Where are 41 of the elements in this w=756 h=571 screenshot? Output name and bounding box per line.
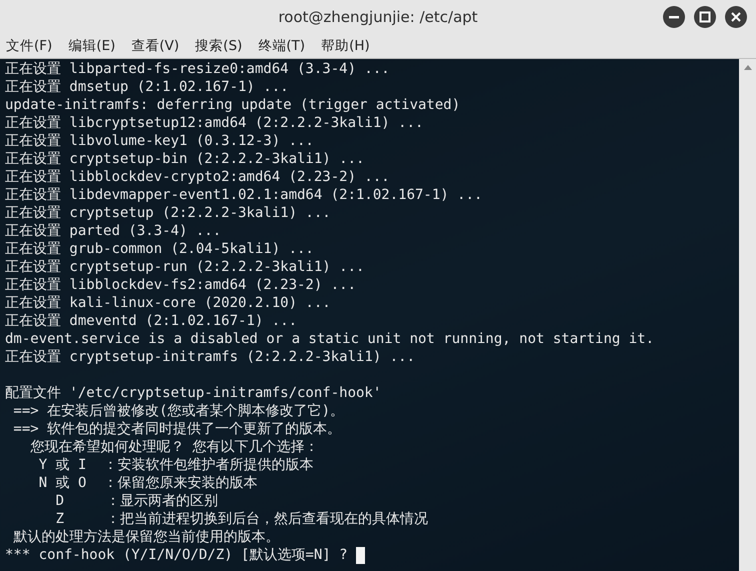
terminal-line: 默认的处理方法是保留您当前使用的版本。	[12, 528, 280, 546]
terminal-line: 正在设置 libblockdev-crypto2:amd64 (2.23-2) ...	[5, 168, 391, 186]
menu-item[interactable]: 搜索(S)	[195, 37, 242, 55]
maximize-button[interactable]	[694, 6, 716, 28]
terminal-area[interactable]	[0, 59, 756, 571]
terminal-line: 正在设置 dmeventd (2:1.02.167-1) ...	[5, 312, 298, 330]
terminal-line: Y 或 I ：安装软件包维护者所提供的版本	[38, 456, 314, 474]
terminal-line: dm-event.service is a disabled or a static unit not running, not starting it.	[5, 330, 656, 348]
minimize-button[interactable]	[663, 6, 685, 28]
prompt-line: *** conf-hook (Y/I/N/O/D/Z) [默认选项=N] ?	[5, 546, 349, 564]
scrollbar[interactable]	[739, 59, 756, 571]
text-cursor	[356, 546, 366, 564]
menu-item[interactable]: 终端(T)	[258, 37, 306, 55]
terminal-line: 配置文件 '/etc/cryptsetup-initramfs/conf-hook'	[5, 384, 382, 402]
terminal-line: Z ：把当前进程切换到后台，然后查看现在的具体情况	[54, 510, 430, 528]
terminal-line: 正在设置 dmsetup (2:1.02.167-1) ...	[5, 78, 290, 96]
terminal-line: N 或 O ：保留您原来安装的版本	[38, 474, 258, 492]
terminal-line: 正在设置 cryptsetup-run (2:2.2.2-3kali1) ...	[5, 258, 366, 276]
terminal-line: 正在设置 kali-linux-core (2020.2.10) ...	[5, 294, 332, 312]
terminal-line: ==> 软件包的提交者同时提供了一个更新了的版本。	[12, 420, 342, 438]
menu-item[interactable]: 帮助(H)	[321, 37, 370, 55]
terminal-line: 正在设置 parted (3.3-4) ...	[5, 222, 222, 240]
menu-item[interactable]: 编辑(E)	[68, 37, 116, 55]
terminal-line: ==> 在安装后曾被修改(您或者某个脚本修改了它)。	[12, 402, 346, 420]
terminal-line: 正在设置 libvolume-key1 (0.3.12-3) ...	[5, 132, 315, 150]
terminal-line: 正在设置 cryptsetup-bin (2:2.2.2-3kali1) ...	[5, 150, 366, 168]
menu-item[interactable]: 查看(V)	[131, 37, 180, 55]
terminal-line: D ：显示两者的区别	[54, 492, 220, 510]
close-button[interactable]	[725, 6, 747, 28]
menu-item[interactable]: 文件(F)	[6, 37, 52, 55]
terminal-line: 正在设置 libcryptsetup12:amd64 (2:2.2.2-3kali1) ...	[5, 114, 424, 132]
terminal-line: 正在设置 libdevmapper-event1.02.1:amd64 (2:1.02.167-1) ...	[5, 186, 484, 204]
terminal-line: 您现在希望如何处理呢？ 您有以下几个选择：	[29, 438, 320, 456]
terminal-line: 正在设置 libparted-fs-resize0:amd64 (3.3-4) ...	[5, 60, 391, 78]
terminal-line: 正在设置 grub-common (2.04-5kali1) ...	[5, 240, 315, 258]
window-title: root@zhengjunjie: /etc/apt	[278, 8, 478, 26]
scroll-up-icon[interactable]	[744, 65, 752, 70]
terminal-line: 正在设置 cryptsetup (2:2.2.2-3kali1) ...	[5, 204, 332, 222]
terminal-line: update-initramfs: deferring update (trigger activated)	[5, 96, 462, 114]
terminal-line: 正在设置 cryptsetup-initramfs (2:2.2.2-3kali1) ...	[5, 348, 416, 366]
terminal-line: 正在设置 libblockdev-fs2:amd64 (2.23-2) ...	[5, 276, 358, 294]
